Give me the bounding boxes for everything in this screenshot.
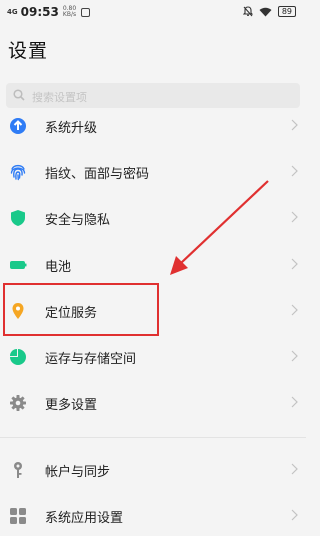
annotation-arrow — [170, 180, 269, 275]
